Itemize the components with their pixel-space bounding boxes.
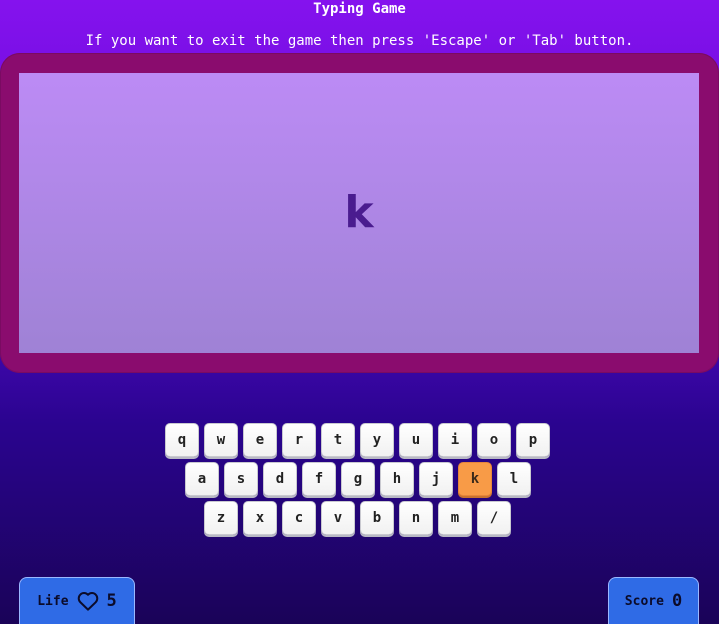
key-j[interactable]: j (419, 462, 453, 496)
key-w[interactable]: w (204, 423, 238, 457)
score-value: 0 (671, 591, 683, 611)
keyboard-row-3: z x c v b n m / (204, 501, 511, 535)
key-i[interactable]: i (438, 423, 472, 457)
key-l[interactable]: l (497, 462, 531, 496)
key-o[interactable]: o (477, 423, 511, 457)
key-slash[interactable]: / (477, 501, 511, 535)
key-v[interactable]: v (321, 501, 355, 535)
exit-instructions: If you want to exit the game then press … (85, 33, 634, 49)
key-f[interactable]: f (302, 462, 336, 496)
key-a[interactable]: a (185, 462, 219, 496)
life-label: Life (37, 593, 69, 609)
key-q[interactable]: q (165, 423, 199, 457)
key-y[interactable]: y (360, 423, 394, 457)
target-letter: k (344, 187, 374, 238)
key-k[interactable]: k (458, 462, 492, 496)
key-g[interactable]: g (341, 462, 375, 496)
heart-outline-icon (77, 591, 99, 611)
key-d[interactable]: d (263, 462, 297, 496)
score-counter: Score 0 (608, 577, 699, 624)
key-e[interactable]: e (243, 423, 277, 457)
key-b[interactable]: b (360, 501, 394, 535)
key-p[interactable]: p (516, 423, 550, 457)
key-s[interactable]: s (224, 462, 258, 496)
letter-display: k (19, 73, 699, 353)
keyboard-row-1: q w e r t y u i o p (165, 423, 550, 457)
key-r[interactable]: r (282, 423, 316, 457)
key-m[interactable]: m (438, 501, 472, 535)
key-t[interactable]: t (321, 423, 355, 457)
key-z[interactable]: z (204, 501, 238, 535)
game-title: Typing Game (313, 1, 406, 17)
display-frame: k (0, 53, 719, 373)
life-counter: Life 5 (19, 577, 135, 624)
key-h[interactable]: h (380, 462, 414, 496)
keyboard-row-2: a s d f g h j k l (185, 462, 531, 496)
key-c[interactable]: c (282, 501, 316, 535)
score-label: Score (624, 593, 664, 609)
life-value: 5 (106, 591, 117, 611)
key-x[interactable]: x (243, 501, 277, 535)
key-n[interactable]: n (399, 501, 433, 535)
key-u[interactable]: u (399, 423, 433, 457)
